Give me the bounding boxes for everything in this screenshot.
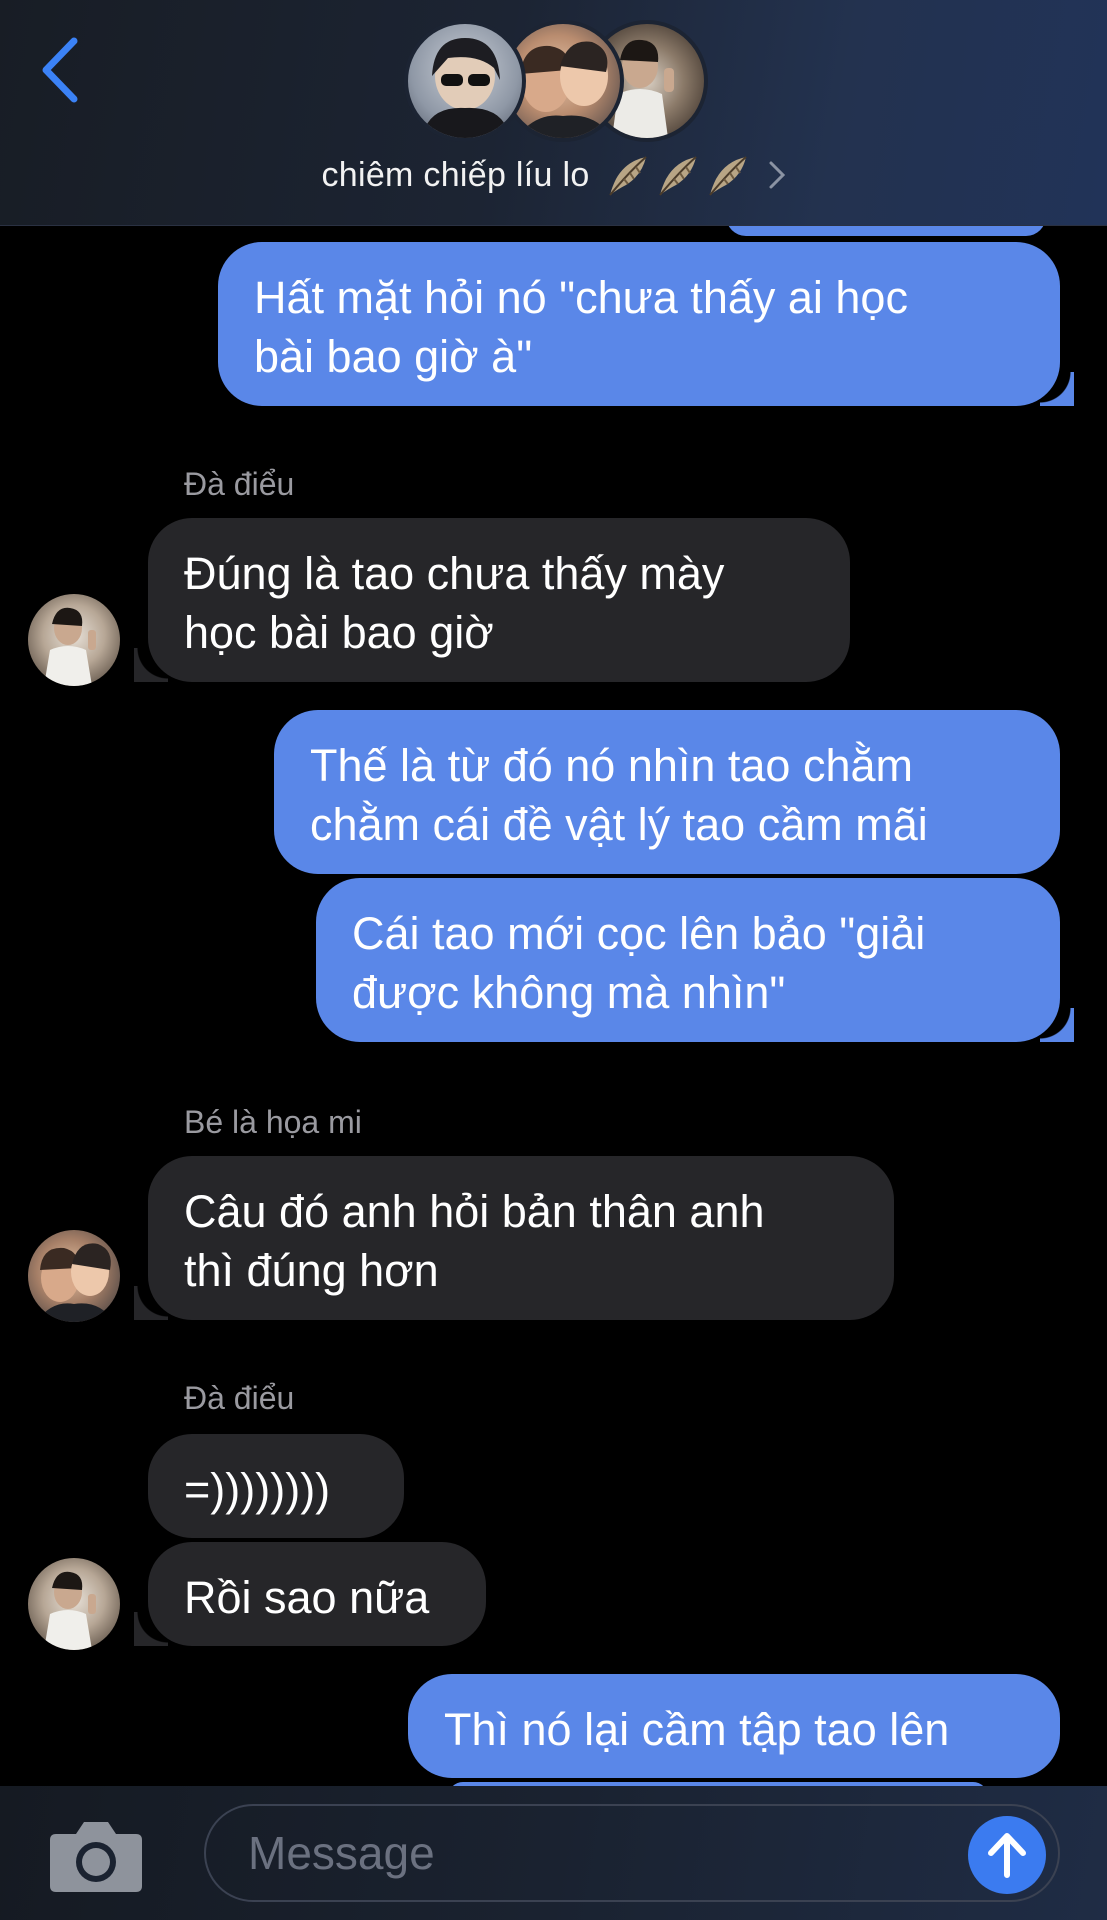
message-bubble-incoming[interactable]: Câu đó anh hỏi bản thân anh thì đúng hơn (134, 1156, 894, 1320)
compose-bar (0, 1786, 1107, 1920)
message-bubble-outgoing[interactable]: Thì nó lại cầm tập tao lên (408, 1674, 1060, 1778)
message-bubble-outgoing[interactable]: Hất mặt hỏi nó "chưa thấy ai học bài bao… (218, 242, 1074, 406)
avatar[interactable] (28, 594, 120, 686)
title-emoji (606, 153, 750, 197)
group-name: chiêm chiếp líu lo (321, 155, 590, 194)
back-button[interactable] (30, 30, 90, 110)
message-bubble-incoming[interactable]: =)))))))) (148, 1434, 404, 1538)
avatar[interactable] (28, 1230, 120, 1322)
chevron-right-icon (769, 161, 785, 189)
camera-button[interactable] (48, 1816, 144, 1894)
group-avatars[interactable] (404, 20, 708, 142)
send-button[interactable] (968, 1816, 1046, 1894)
message-thread[interactable]: Hất mặt hỏi nó "chưa thấy ai học bài bao… (0, 0, 1107, 1920)
camera-icon (50, 1822, 142, 1892)
sender-name: Bé là họa mi (184, 1104, 362, 1140)
chevron-left-icon (42, 37, 78, 103)
conversation-header: chiêm chiếp líu lo (0, 0, 1107, 226)
feather-icon (708, 156, 747, 196)
sender-name: Đà điểu (184, 1380, 295, 1416)
message-bubble-incoming[interactable]: Rồi sao nữa (134, 1542, 486, 1646)
feather-icon (608, 156, 647, 196)
avatar[interactable] (28, 1558, 120, 1650)
conversation-title[interactable]: chiêm chiếp líu lo (0, 150, 1107, 200)
message-input[interactable] (248, 1826, 948, 1880)
sender-name: Đà điểu (184, 466, 295, 502)
message-bubble-outgoing[interactable]: Cái tao mới cọc lên bảo "giải được không… (316, 878, 1074, 1042)
feather-icon (658, 156, 697, 196)
avatar (404, 20, 526, 142)
message-bubble-outgoing[interactable]: Thế là từ đó nó nhìn tao chằm chằm cái đ… (274, 710, 1060, 874)
arrow-up-icon (988, 1833, 1026, 1878)
message-input-field[interactable] (204, 1804, 1060, 1902)
message-bubble-incoming[interactable]: Đúng là tao chưa thấy mày học bài bao gi… (134, 518, 850, 682)
